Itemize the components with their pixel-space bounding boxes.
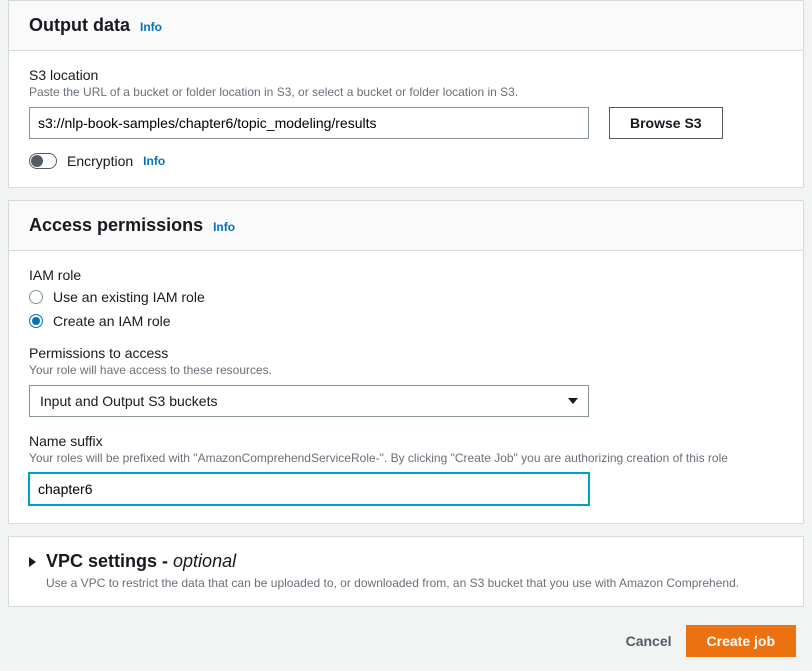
access-permissions-body: IAM role Use an existing IAM role Create… (9, 251, 803, 523)
browse-s3-button[interactable]: Browse S3 (609, 107, 723, 139)
radio-icon (29, 314, 43, 328)
permissions-access-select[interactable]: Input and Output S3 buckets (29, 385, 589, 417)
permissions-access-selected: Input and Output S3 buckets (40, 393, 217, 409)
permissions-access-hint: Your role will have access to these reso… (29, 363, 783, 377)
radio-label-create: Create an IAM role (53, 313, 171, 329)
iam-role-label: IAM role (29, 267, 783, 283)
encryption-toggle[interactable] (29, 153, 57, 169)
cancel-button[interactable]: Cancel (626, 633, 672, 649)
output-data-body: S3 location Paste the URL of a bucket or… (9, 51, 803, 187)
s3-location-hint: Paste the URL of a bucket or folder loca… (29, 85, 783, 99)
access-permissions-panel: Access permissions Info IAM role Use an … (8, 200, 804, 524)
footer: Cancel Create job (0, 619, 812, 671)
caret-right-icon (29, 557, 36, 567)
encryption-info-link[interactable]: Info (143, 154, 165, 168)
name-suffix-hint: Your roles will be prefixed with "Amazon… (29, 451, 783, 465)
permissions-access-label: Permissions to access (29, 345, 783, 361)
vpc-settings-toggle[interactable]: VPC settings - optional (29, 551, 783, 572)
output-data-title: Output data (29, 15, 130, 36)
vpc-settings-panel: VPC settings - optional Use a VPC to res… (8, 536, 804, 607)
radio-label-existing: Use an existing IAM role (53, 289, 205, 305)
radio-use-existing-role[interactable]: Use an existing IAM role (29, 289, 783, 305)
encryption-label: Encryption (67, 153, 133, 169)
chevron-down-icon (568, 398, 578, 404)
output-data-info-link[interactable]: Info (140, 20, 162, 34)
output-data-header: Output data Info (9, 1, 803, 51)
create-job-button[interactable]: Create job (686, 625, 796, 657)
access-permissions-info-link[interactable]: Info (213, 220, 235, 234)
radio-icon (29, 290, 43, 304)
name-suffix-input[interactable] (29, 473, 589, 505)
access-permissions-title: Access permissions (29, 215, 203, 236)
s3-location-label: S3 location (29, 67, 783, 83)
name-suffix-label: Name suffix (29, 433, 783, 449)
radio-create-role[interactable]: Create an IAM role (29, 313, 783, 329)
iam-role-radio-group: Use an existing IAM role Create an IAM r… (29, 289, 783, 329)
s3-location-input[interactable] (29, 107, 589, 139)
vpc-settings-description: Use a VPC to restrict the data that can … (46, 576, 783, 590)
access-permissions-header: Access permissions Info (9, 201, 803, 251)
vpc-settings-title: VPC settings - optional (46, 551, 236, 572)
output-data-panel: Output data Info S3 location Paste the U… (8, 0, 804, 188)
